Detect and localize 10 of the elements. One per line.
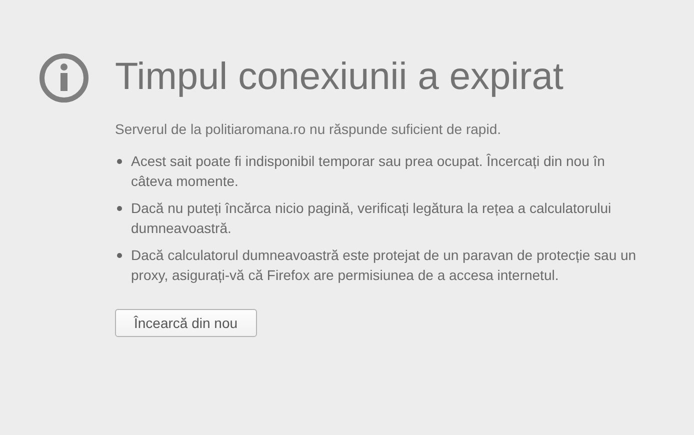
bullet-icon <box>117 253 122 258</box>
suggestion-text: Dacă calculatorul dumneavoastră este protejat de un paravan de protecție sau un proxy, asigurați-vă că Firefox are permisiunea de a accesa internetul. <box>131 246 638 285</box>
suggestion-text: Dacă nu puteți încărca nicio pagină, verificați legătura la rețea a calculatorului dumneavoastră. <box>131 199 612 238</box>
info-icon <box>39 53 89 103</box>
bullet-icon <box>117 206 122 211</box>
retry-button[interactable]: Încearcă din nou <box>115 309 257 337</box>
page-title: Timpul conexiunii a expirat <box>115 55 564 100</box>
error-description: Serverul de la politiaromana.ro nu răspunde suficient de rapid. <box>115 121 502 137</box>
bullet-icon <box>117 159 122 164</box>
suggestion-text: Acest sait poate fi indisponibil temporar sau prea ocupat. Încercați din nou în câteva momente. <box>131 152 606 191</box>
